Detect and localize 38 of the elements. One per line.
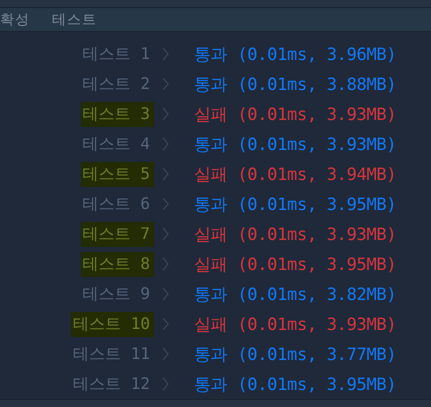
chevron-icon [162, 107, 169, 122]
test-label: 테스트 11 [72, 342, 151, 365]
chevron-icon [162, 317, 169, 332]
chevron-icon [162, 137, 169, 152]
test-label: 테스트 2 [82, 72, 151, 95]
test-result: 통과 (0.01ms, 3.96MB) [194, 44, 396, 66]
test-label: 테스트 1 [82, 42, 151, 65]
test-result: 통과 (0.01ms, 3.93MB) [194, 134, 396, 156]
test-result: 통과 (0.01ms, 3.77MB) [194, 344, 396, 366]
test-result: 통과 (0.01ms, 3.82MB) [194, 284, 396, 306]
test-result: 통과 (0.01ms, 3.88MB) [194, 74, 396, 96]
test-result: 실패 (0.01ms, 3.93MB) [194, 314, 396, 336]
chevron-icon [162, 167, 169, 182]
test-result: 통과 (0.01ms, 3.95MB) [194, 194, 396, 216]
test-label: 테스트 12 [72, 372, 151, 395]
test-label: 테스트 3 [80, 102, 154, 127]
chevron-icon [162, 47, 169, 62]
chevron-icon [162, 197, 169, 212]
header-label: 테스트 [52, 10, 97, 28]
chevron-icon [162, 257, 169, 272]
test-label: 테스트 8 [80, 252, 154, 277]
chevron-icon [162, 77, 169, 92]
test-result: 실패 (0.01ms, 3.93MB) [194, 104, 396, 126]
test-label: 테스트 6 [82, 192, 151, 215]
chevron-icon [162, 377, 169, 392]
chevron-icon [162, 287, 169, 302]
header-label: 확성 [0, 10, 30, 28]
chevron-icon [162, 347, 169, 362]
test-label: 테스트 9 [82, 282, 151, 305]
test-result: 실패 (0.01ms, 3.94MB) [194, 164, 396, 186]
chevron-icon [162, 227, 169, 242]
test-label: 테스트 5 [80, 162, 154, 187]
test-result: 실패 (0.01ms, 3.93MB) [194, 224, 396, 246]
test-result: 실패 (0.01ms, 3.95MB) [194, 254, 396, 276]
test-label: 테스트 10 [71, 312, 154, 337]
test-label: 테스트 4 [82, 132, 151, 155]
test-label: 테스트 7 [80, 222, 154, 247]
test-result: 통과 (0.01ms, 3.95MB) [194, 374, 396, 396]
